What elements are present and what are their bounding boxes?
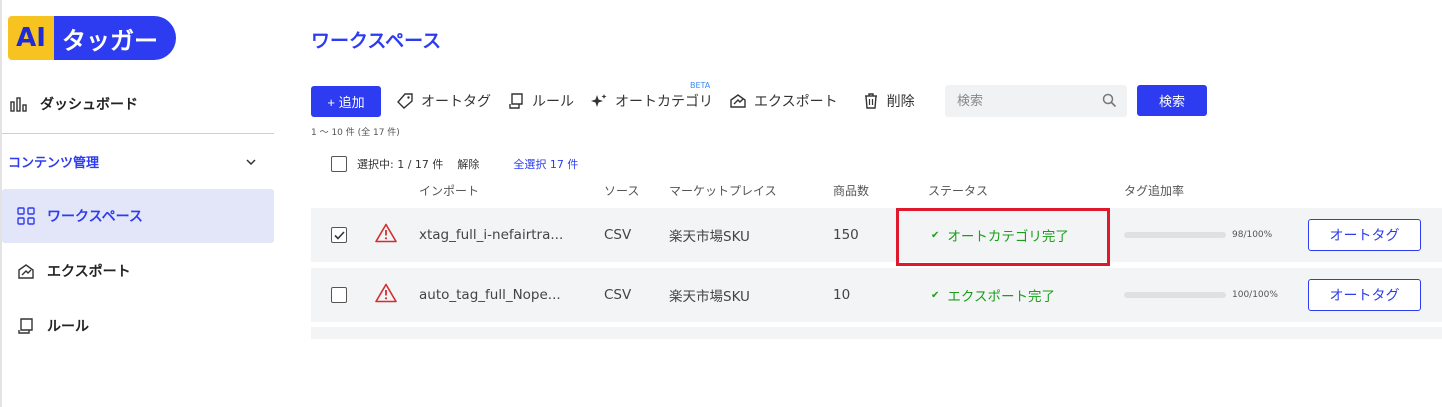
export-label: エクスポート <box>754 94 838 110</box>
warning-icon <box>375 223 397 247</box>
column-header-status[interactable]: ステータス <box>928 182 988 199</box>
export-icon <box>15 260 37 282</box>
sidebar-section-label: コンテンツ管理 <box>8 155 100 171</box>
sidebar-item-label: ルール <box>47 319 89 335</box>
marketplace-cell: 楽天市場SKU <box>669 229 750 245</box>
progress-label: 100/100% <box>1232 290 1278 300</box>
marketplace-cell: 楽天市場SKU <box>669 289 750 305</box>
progress-label: 98/100% <box>1232 230 1273 240</box>
select-all-checkbox[interactable] <box>331 156 347 172</box>
import-name[interactable]: auto_tag_full_Nope... <box>419 287 561 303</box>
tag-icon <box>396 92 414 110</box>
search-button[interactable]: 検索 <box>1137 85 1207 116</box>
check-icon: ✔ <box>931 289 940 301</box>
scroll-icon <box>507 92 525 110</box>
rule-button[interactable]: ルール <box>507 91 574 111</box>
column-header-marketplace[interactable]: マーケットプレイス <box>669 182 777 199</box>
autocategory-button[interactable]: オートカテゴリ BETA <box>590 81 713 111</box>
app-logo[interactable]: AI タッガー <box>8 16 176 60</box>
sidebar-item-workspace[interactable]: ワークスペース <box>15 205 143 227</box>
autotag-button[interactable]: オートタグ <box>396 91 491 111</box>
beta-badge: BETA <box>690 81 711 90</box>
autotag-label: オートタグ <box>421 94 491 110</box>
sidebar-divider <box>2 133 274 134</box>
sparkle-icon <box>590 92 608 110</box>
clear-selection-link[interactable]: 解除 <box>457 156 479 172</box>
add-button[interactable]: + 追加 <box>311 85 381 117</box>
source-cell: CSV <box>604 227 632 243</box>
tag-rate-progress: 98/100% <box>1124 230 1272 240</box>
export-button[interactable]: エクスポート <box>729 91 838 111</box>
row-checkbox[interactable] <box>331 287 347 303</box>
progress-track <box>1124 232 1226 238</box>
search-field <box>945 85 1127 117</box>
export-icon <box>729 92 747 110</box>
toolbar: + 追加 オートタグ ルール オートカテゴリ BETA エクスポート 削除 <box>311 81 915 117</box>
autocategory-label: オートカテゴリ <box>615 94 713 110</box>
rule-label: ルール <box>532 94 574 110</box>
search-icon[interactable] <box>1102 93 1117 112</box>
selection-bar: 選択中: 1 / 17 件 解除 全選択 17 件 <box>331 155 578 173</box>
column-header-count[interactable]: 商品数 <box>833 182 869 199</box>
column-header-import[interactable]: インポート <box>419 182 479 199</box>
row-checkbox[interactable] <box>331 227 347 243</box>
count-cell: 10 <box>833 287 851 303</box>
selection-count: 選択中: 1 / 17 件 <box>357 158 444 171</box>
sidebar-item-label: エクスポート <box>47 264 131 280</box>
page-title: ワークスペース <box>311 30 442 52</box>
sidebar-item-rule[interactable]: ルール <box>15 315 89 337</box>
trash-icon <box>862 92 880 110</box>
progress-track <box>1124 292 1226 298</box>
warning-icon <box>375 283 397 307</box>
grid-icon <box>15 205 37 227</box>
import-name[interactable]: xtag_full_i-nefairtra... <box>419 227 563 243</box>
logo-ai-mark: AI <box>8 16 54 60</box>
column-header-source[interactable]: ソース <box>604 182 639 199</box>
delete-button[interactable]: 削除 <box>862 91 915 111</box>
autotag-row-button[interactable]: オートタグ <box>1308 219 1421 251</box>
tag-rate-progress: 100/100% <box>1124 290 1278 300</box>
sidebar-item-label: ワークスペース <box>47 209 143 225</box>
count-cell: 150 <box>833 227 859 243</box>
sidebar-item-dashboard[interactable]: ダッシュボード <box>8 93 138 115</box>
search-input[interactable] <box>945 86 1095 116</box>
status-highlight-box <box>896 208 1110 266</box>
column-header-tag-rate[interactable]: タグ追加率 <box>1124 182 1184 199</box>
bar-chart-icon <box>8 93 30 115</box>
chevron-down-icon <box>246 154 256 169</box>
scroll-icon <box>15 315 37 337</box>
source-cell: CSV <box>604 287 632 303</box>
sidebar-item-label: ダッシュボード <box>40 97 138 113</box>
delete-label: 削除 <box>886 94 915 110</box>
autotag-row-button[interactable]: オートタグ <box>1308 279 1421 311</box>
table-row[interactable]: auto_tag_full_Nope... CSV 楽天市場SKU 10 ✔ エ… <box>311 268 1442 322</box>
logo-wordmark: タッガー <box>54 16 176 60</box>
sidebar-section-content[interactable]: コンテンツ管理 <box>8 150 256 172</box>
status-text: エクスポート完了 <box>947 289 1055 305</box>
select-all-link[interactable]: 全選択 17 件 <box>513 156 578 172</box>
sidebar-item-export[interactable]: エクスポート <box>15 260 131 282</box>
pagination-range: 1 ～ 10 件 (全 17 件) <box>311 128 400 138</box>
status-cell: ✔ エクスポート完了 <box>931 285 1055 305</box>
table-row-partial <box>311 327 1442 339</box>
table-row[interactable]: xtag_full_i-nefairtra... CSV 楽天市場SKU 150… <box>311 208 1442 262</box>
